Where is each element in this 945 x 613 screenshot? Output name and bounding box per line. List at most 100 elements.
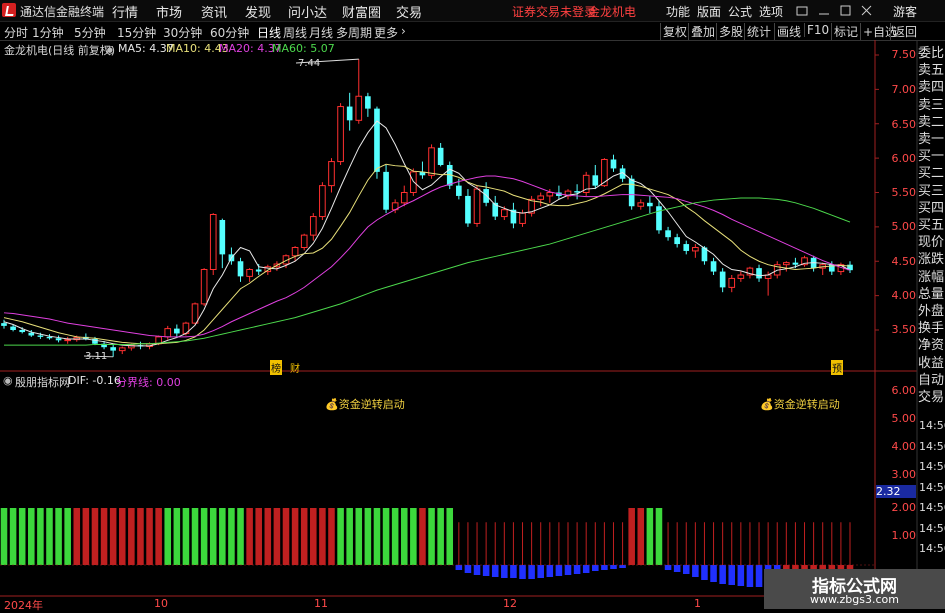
candle-body: [383, 171, 389, 210]
chart-canvas[interactable]: [0, 0, 945, 609]
indicator-bar: [282, 508, 290, 565]
price-tick: 4.00: [891, 289, 917, 302]
candle-body: [546, 192, 554, 197]
watermark-url: www.zbgs3.com: [810, 593, 899, 606]
indicator-bar: [191, 508, 199, 565]
indicator-bar: [200, 508, 208, 565]
indicator-dropdown-icon[interactable]: ◉: [3, 374, 13, 387]
indicator-bar: [9, 508, 17, 565]
indicator-bar: [382, 508, 390, 565]
indicator-bar: [237, 508, 244, 565]
price-tick: 7.00: [891, 83, 917, 96]
candle-body: [28, 332, 35, 336]
candle-body: [710, 261, 717, 272]
candle-body: [309, 216, 317, 236]
ma60-label: MA60: 5.07: [272, 42, 335, 55]
quote-label: 总量: [918, 286, 945, 302]
candle-body: [428, 147, 435, 176]
trade-time: 14:56: [919, 439, 945, 453]
marker-rank[interactable]: 榜: [270, 360, 282, 375]
indicator-bar: [601, 565, 608, 570]
candle-body: [647, 202, 653, 207]
candle-body: [337, 106, 344, 163]
indicator-bar: [73, 508, 81, 565]
candle-body: [537, 195, 545, 200]
candle-body: [783, 262, 790, 266]
quote-label: 卖三: [918, 97, 945, 113]
candle-body: [728, 277, 736, 288]
indicator-bar: [728, 565, 736, 585]
indicator-bar: [737, 565, 745, 586]
chart-dropdown-icon[interactable]: ◉: [105, 43, 115, 56]
candle-body: [692, 247, 699, 252]
indicator-bar: [482, 565, 490, 576]
candle-body: [365, 96, 371, 109]
indicator-bar: [64, 508, 71, 565]
candle-body: [219, 220, 226, 255]
trade-time: 14:56: [919, 501, 945, 514]
indicator-bar: [564, 565, 572, 575]
indicator-bar: [473, 565, 481, 575]
marker-finance[interactable]: 财: [290, 360, 300, 375]
indicator-bar: [619, 565, 626, 568]
indicator-bar: [391, 508, 399, 565]
quote-label: 卖五: [918, 63, 945, 79]
signal-label: 💰资金逆转启动: [325, 398, 405, 411]
indicator-bar: [373, 508, 381, 565]
indicator-bar: [246, 508, 253, 565]
indicator-bar: [319, 508, 326, 565]
indicator-bar: [337, 508, 344, 565]
candle-body: [237, 261, 244, 277]
candle-body: [10, 326, 16, 330]
candlestick-series: [1, 59, 853, 357]
price-tick: 3.50: [891, 323, 917, 336]
indicator-bar: [746, 565, 754, 587]
candle-body: [291, 247, 299, 257]
candle-body: [719, 271, 726, 288]
indicator-bar: [510, 565, 517, 578]
indicator-bar: [419, 508, 426, 565]
indicator-tick: 1.00: [891, 529, 917, 542]
candle-body: [410, 171, 417, 193]
indicator-bar: [364, 508, 372, 565]
indicator-current-value: 2.32: [876, 485, 916, 498]
candle-body: [501, 209, 508, 218]
boundary-label: 分界线: 0.00: [116, 376, 181, 389]
quote-label: 涨跌: [918, 252, 945, 268]
indicator-bar: [655, 508, 663, 565]
candle-body: [164, 328, 172, 338]
indicator-bar: [528, 565, 535, 579]
marker-forecast[interactable]: 预: [831, 360, 843, 375]
indicator-bar: [519, 565, 526, 579]
indicator-bar: [410, 508, 417, 565]
indicator-bar: [137, 508, 144, 565]
high-price-label: 7.44: [298, 58, 321, 69]
xaxis-label: 1: [694, 597, 701, 610]
quote-label: 买一: [918, 149, 945, 165]
indicator-bar: [173, 508, 181, 565]
indicator-tick: 3.00: [891, 468, 917, 481]
chart-title: 金龙机电(日线 前复权): [4, 44, 116, 57]
indicator-title[interactable]: 殷朋指标网: [15, 374, 70, 390]
candle-body: [437, 147, 444, 165]
candle-body: [473, 188, 481, 224]
price-tick: 5.00: [891, 220, 917, 233]
candle-body: [400, 192, 408, 204]
indicator-bar: [155, 508, 162, 565]
indicator-bar: [18, 508, 26, 565]
candle-body: [792, 262, 799, 265]
indicator-bar: [128, 508, 135, 565]
candle-body: [174, 328, 180, 334]
indicator-bar: [555, 565, 563, 576]
indicator-bar: [264, 508, 272, 565]
quote-label: 换手: [918, 321, 945, 337]
candle-body: [656, 206, 662, 231]
candle-body: [674, 237, 680, 245]
indicator-bar: [209, 508, 217, 565]
candle-body: [737, 274, 745, 279]
candle-body: [246, 269, 253, 277]
price-tick: 6.00: [891, 152, 917, 165]
xaxis-label: 2024年: [4, 599, 43, 612]
watermark: 指标公式网 www.zbgs3.com: [764, 569, 945, 609]
candle-body: [319, 185, 326, 218]
